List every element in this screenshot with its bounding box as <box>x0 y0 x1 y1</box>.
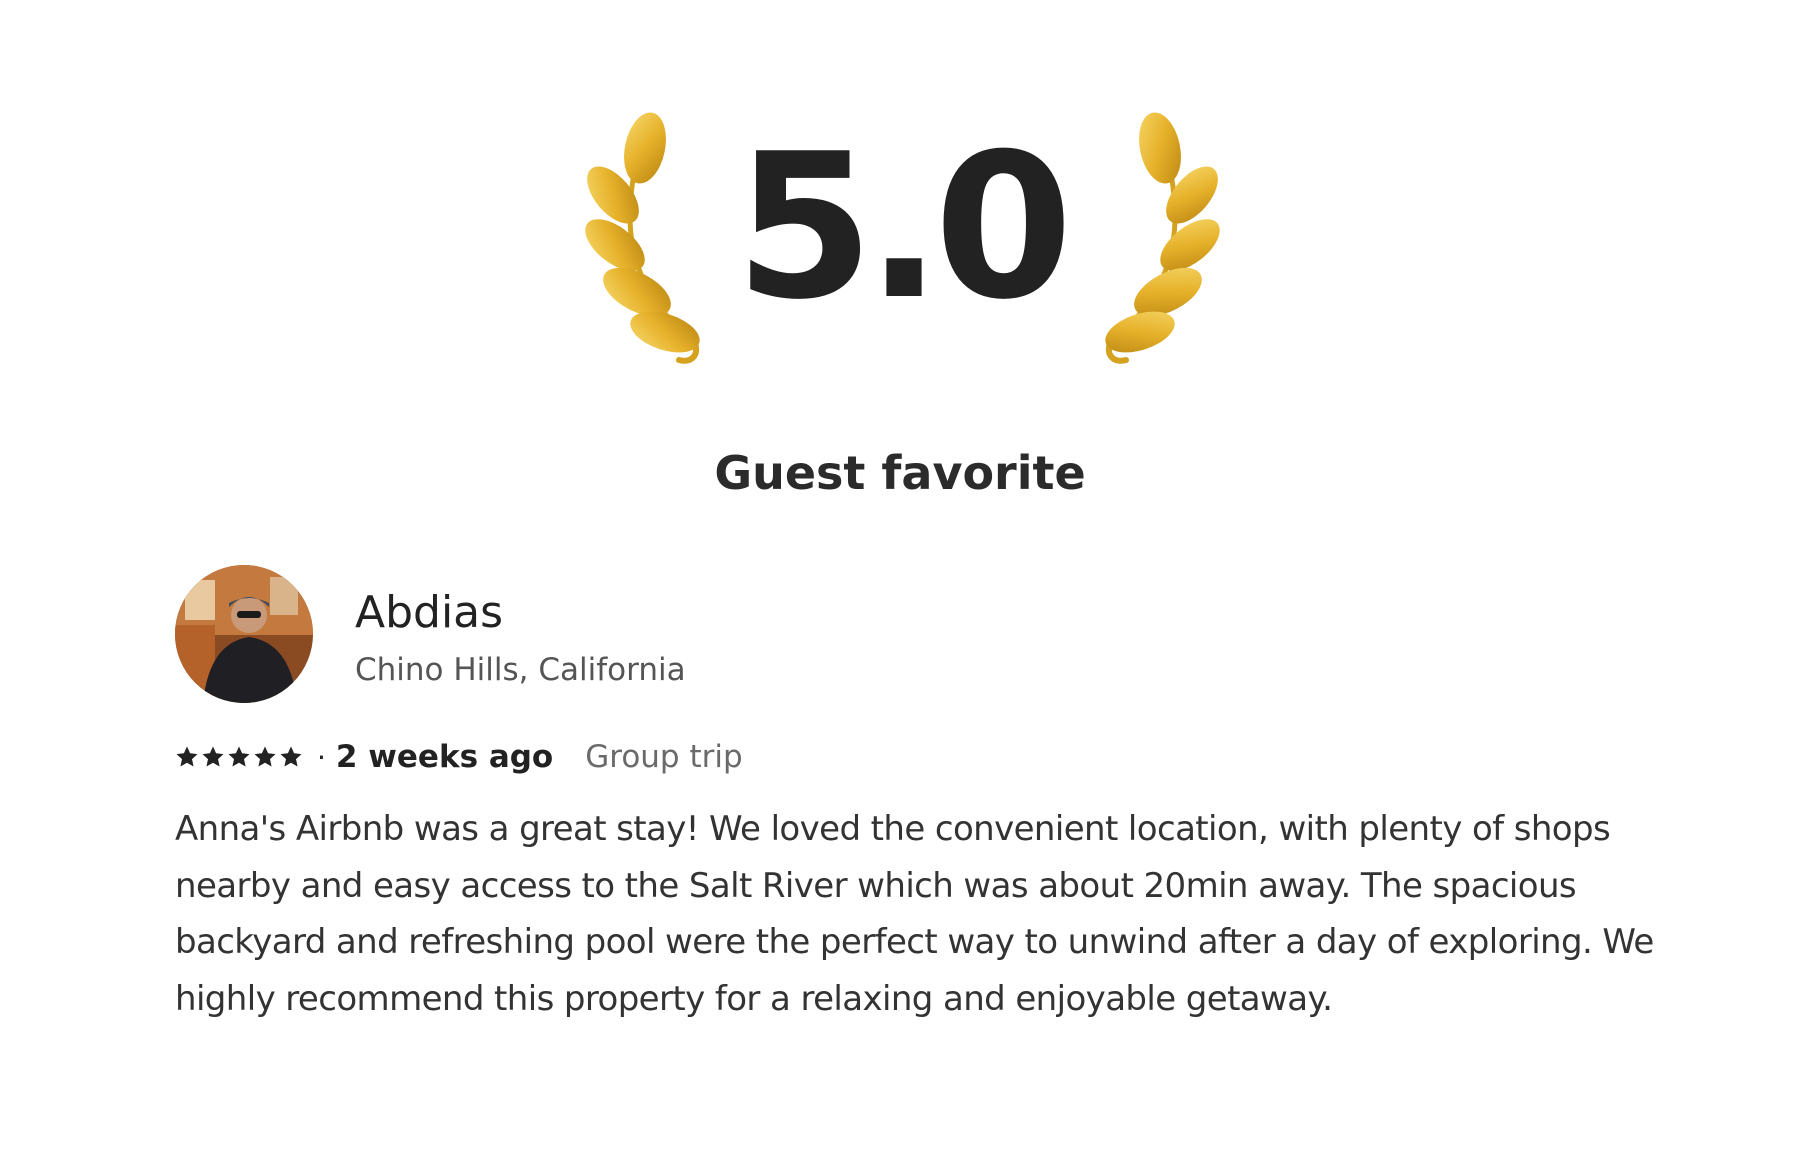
review-text: Anna's Airbnb was a great stay! We loved… <box>175 809 1654 1019</box>
laurel-left-icon <box>585 112 700 364</box>
avatar-image <box>175 565 313 703</box>
reviewer-location: Chino Hills, California <box>355 652 686 688</box>
star-icon <box>228 746 250 767</box>
review-date: 2 weeks ago <box>335 739 554 775</box>
star-icon <box>202 746 224 767</box>
rating-hero: 5.0 <box>0 110 1800 380</box>
reviewer: Abdias Chino Hills, California <box>175 565 1675 703</box>
star-icon <box>280 746 302 767</box>
separator-dot: · <box>317 740 326 774</box>
star-rating <box>175 745 303 769</box>
reviewer-name[interactable]: Abdias <box>355 585 686 641</box>
reviewer-info: Abdias Chino Hills, California <box>355 585 686 693</box>
laurel-right-icon <box>1105 112 1220 364</box>
review-card: Abdias Chino Hills, California · 2 weeks… <box>175 565 1675 1027</box>
review-meta: · 2 weeks ago Group trip <box>175 737 1675 777</box>
star-icon <box>176 746 198 767</box>
star-icon <box>254 746 276 767</box>
rating-value: 5.0 <box>734 111 1073 344</box>
avatar[interactable] <box>175 565 313 703</box>
guest-favorite-label: Guest favorite <box>714 446 1086 500</box>
trip-type: Group trip <box>585 739 743 775</box>
